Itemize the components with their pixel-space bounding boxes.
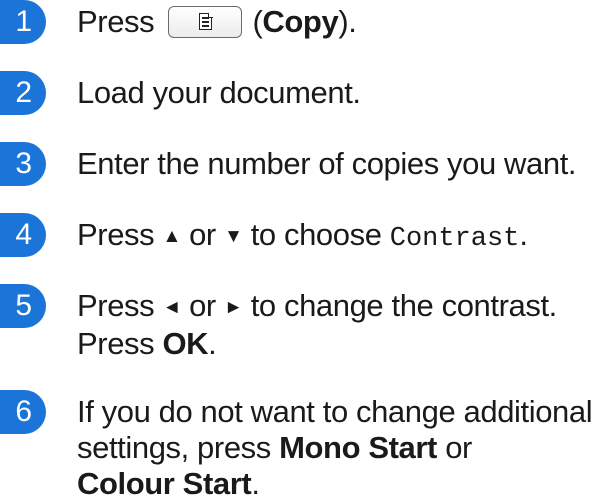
up-arrow-icon: ▲ [162,226,181,247]
right-arrow-icon: ► [224,297,243,318]
step-text: Press (Copy). [77,4,357,39]
step-text: If you do not want to change additional s… [77,394,593,501]
step-number-badge: 4 [0,213,46,257]
step-text: Press ◄ or ► to change the contrast. Pres… [77,288,557,361]
step-number-badge: 6 [0,390,46,434]
copy-document-icon [199,12,213,30]
step-text: Press ▲ or ▼ to choose Contrast. [77,217,528,254]
mono-start-label: Mono Start [279,430,437,465]
step-number-badge: 1 [0,0,46,44]
down-arrow-icon: ▼ [224,226,243,247]
ok-label: OK [162,326,209,361]
step-number-badge: 3 [0,142,46,186]
colour-start-label: Colour Start [77,466,252,501]
copy-key-button[interactable] [168,6,243,38]
copy-label: Copy [262,4,339,39]
step-text: Enter the number of copies you want. [77,146,577,181]
step-text: Load your document. [77,75,361,110]
step-number-badge: 2 [0,71,46,115]
press-text: Press [77,4,155,39]
left-arrow-icon: ◄ [162,297,181,318]
menu-item-contrast: Contrast [389,224,520,254]
step-number-badge: 5 [0,284,46,328]
